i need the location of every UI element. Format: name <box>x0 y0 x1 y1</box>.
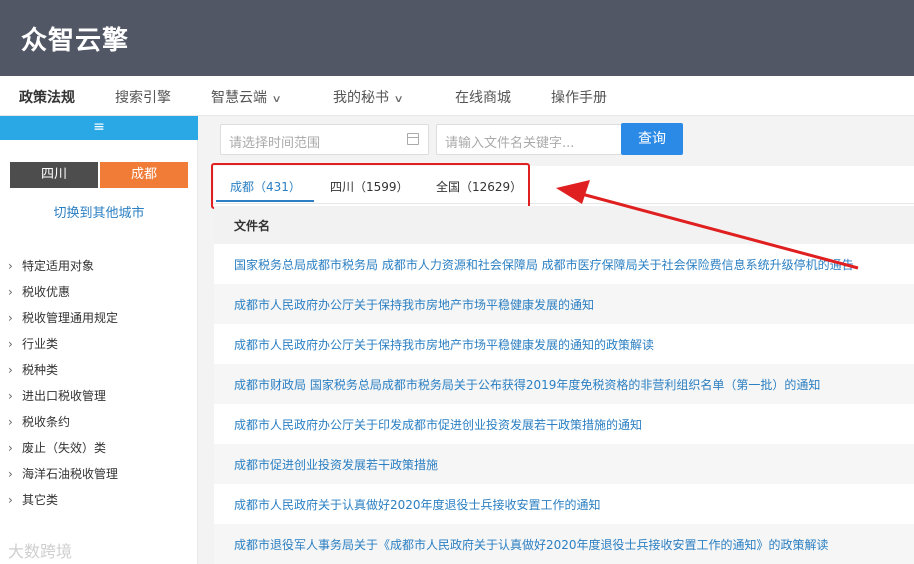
watermark-text: 大数跨境 <box>8 542 73 561</box>
nav-label: 操作手册 <box>551 90 607 106</box>
table-row[interactable]: 成都市人民政府办公厅关于保持我市房地产市场平稳健康发展的通知的政策解读 <box>214 324 914 364</box>
switch-city-link[interactable]: 切换到其他城市 <box>0 202 198 221</box>
nav-item-smart-cloud[interactable]: 智慧云端 ∨ <box>211 87 282 107</box>
nav-label: 在线商城 <box>455 90 511 106</box>
column-header-filename: 文件名 <box>234 219 271 233</box>
chevron-right-icon: › <box>8 441 13 455</box>
watermark: 大数跨境 <box>8 538 72 562</box>
chevron-right-icon: › <box>8 259 13 273</box>
category-label: 行业类 <box>22 337 59 351</box>
category-label: 税收条约 <box>22 415 71 429</box>
results-panel: 成都（431） 四川（1599） 全国（12629） 文件名 国家税务总局成都市… <box>211 163 914 564</box>
calendar-icon <box>407 133 419 145</box>
nav-label: 我的秘书 <box>333 90 389 106</box>
date-range-input[interactable]: 请选择时间范围 <box>220 124 429 155</box>
sidebar: ≡ 四川 成都 切换到其他城市 › 特定适用对象 › 税收优惠 › 税收管理通用规定 … <box>0 116 198 564</box>
chevron-right-icon: › <box>8 467 13 481</box>
chevron-right-icon: › <box>8 311 13 325</box>
table-row[interactable]: 国家税务总局成都市税务局 成都市人力资源和社会保障局 成都市医疗保障局关于社会保… <box>214 244 914 284</box>
table-row[interactable]: 成都市财政局 国家税务总局成都市税务局关于公布获得2019年度免税资格的非营利组… <box>214 364 914 404</box>
table-row[interactable]: 成都市退役军人事务局关于《成都市人民政府关于认真做好2020年度退役士兵接收安置… <box>214 524 914 564</box>
main-panel: 请选择时间范围 请输入文件名关键字... 查询 成都（431） 四川（1599）… <box>198 116 914 564</box>
category-item[interactable]: › 税种类 <box>8 361 58 378</box>
chevron-right-icon: › <box>8 415 13 429</box>
sidebar-menu-toggle[interactable]: ≡ <box>0 116 198 140</box>
chevron-right-icon: › <box>8 363 13 377</box>
chevron-right-icon: › <box>8 493 13 507</box>
nav-label: 智慧云端 <box>211 90 267 106</box>
top-bar: 众智云擎 <box>0 0 914 76</box>
category-item[interactable]: › 行业类 <box>8 335 58 352</box>
nav-label: 搜索引擎 <box>115 90 171 106</box>
category-item[interactable]: › 税收条约 <box>8 413 70 430</box>
search-button[interactable]: 查询 <box>621 123 683 155</box>
nav-item-search-engine[interactable]: 搜索引擎 <box>115 87 171 107</box>
category-item[interactable]: › 税收管理通用规定 <box>8 309 118 326</box>
keyword-placeholder: 请输入文件名关键字... <box>445 136 575 151</box>
category-item[interactable]: › 税收优惠 <box>8 283 70 300</box>
table-row[interactable]: 成都市人民政府办公厅关于保持我市房地产市场平稳健康发展的通知 <box>214 284 914 324</box>
city-tab-sichuan[interactable]: 四川 <box>10 162 98 188</box>
category-label: 税收管理通用规定 <box>22 311 119 325</box>
date-range-placeholder: 请选择时间范围 <box>229 136 321 151</box>
chevron-right-icon: › <box>8 337 13 351</box>
app-logo[interactable]: 众智云擎 <box>21 20 129 57</box>
chevron-right-icon: › <box>8 285 13 299</box>
annotation-highlight-box <box>211 163 530 209</box>
category-label: 其它类 <box>22 493 59 507</box>
category-label: 进出口税收管理 <box>22 389 107 403</box>
main-nav: 政策法规 搜索引擎 智慧云端 ∨ 我的秘书 ∨ 在线商城 操作手册 <box>0 76 914 116</box>
nav-item-my-secretary[interactable]: 我的秘书 ∨ <box>333 87 404 107</box>
region-tabs: 成都（431） 四川（1599） 全国（12629） <box>211 163 914 209</box>
category-label: 税种类 <box>22 363 59 377</box>
table-row[interactable]: 成都市人民政府办公厅关于印发成都市促进创业投资发展若干政策措施的通知 <box>214 404 914 444</box>
category-item[interactable]: › 进出口税收管理 <box>8 387 106 404</box>
nav-label: 政策法规 <box>19 90 75 106</box>
table-row[interactable]: 成都市人民政府关于认真做好2020年度退役士兵接收安置工作的通知 <box>214 484 914 524</box>
category-item[interactable]: › 其它类 <box>8 491 58 508</box>
chevron-down-icon: ∨ <box>393 94 404 105</box>
table-header: 文件名 <box>214 206 914 244</box>
keyword-input[interactable]: 请输入文件名关键字... <box>436 124 622 155</box>
hamburger-icon: ≡ <box>93 119 105 135</box>
chevron-right-icon: › <box>8 389 13 403</box>
category-item[interactable]: › 废止（失效）类 <box>8 439 106 456</box>
nav-item-policy[interactable]: 政策法规 <box>19 87 75 107</box>
chevron-down-icon: ∨ <box>271 94 282 105</box>
category-item[interactable]: › 特定适用对象 <box>8 257 94 274</box>
category-label: 税收优惠 <box>22 285 71 299</box>
nav-item-manual[interactable]: 操作手册 <box>551 87 607 107</box>
category-label: 海洋石油税收管理 <box>22 467 119 481</box>
category-item[interactable]: › 海洋石油税收管理 <box>8 465 118 482</box>
city-tab-chengdu[interactable]: 成都 <box>100 162 188 188</box>
category-label: 特定适用对象 <box>22 259 95 273</box>
category-label: 废止（失效）类 <box>22 441 107 455</box>
nav-item-online-store[interactable]: 在线商城 <box>455 87 511 107</box>
table-row[interactable]: 成都市促进创业投资发展若干政策措施 <box>214 444 914 484</box>
